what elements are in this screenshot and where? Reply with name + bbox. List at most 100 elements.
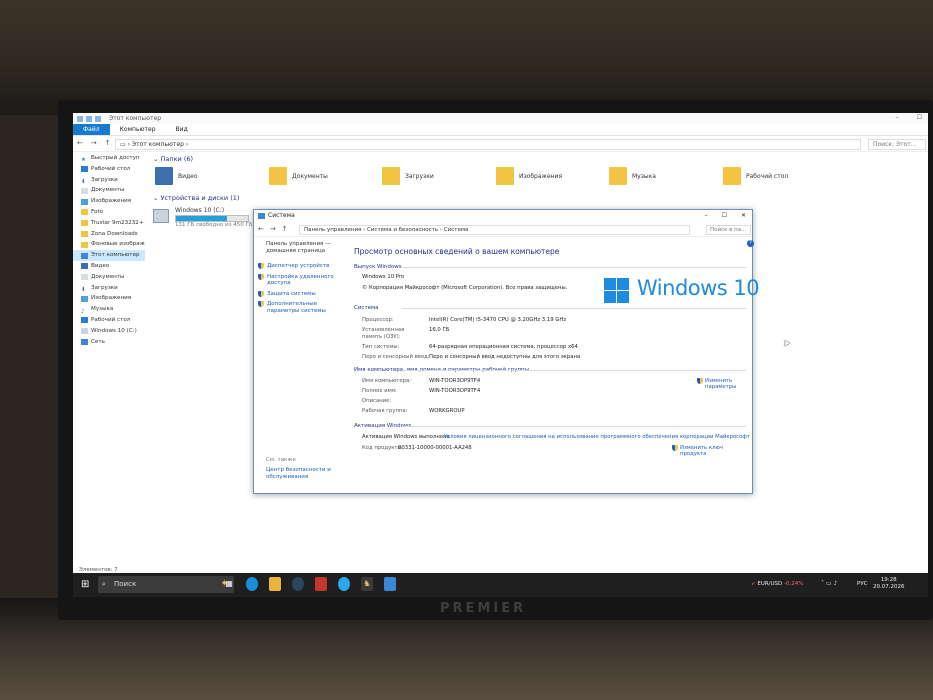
system-section-header: Система [354, 305, 746, 311]
help-icon[interactable]: ? [747, 240, 754, 247]
system-left-pane: Панель управления — домашняя страница Ди… [258, 241, 348, 491]
tray-icons[interactable]: ˄▭♪ [821, 580, 840, 587]
workgroup-value: WORKGROUP [429, 408, 465, 414]
nav-this-pc[interactable]: Этот компьютер [73, 250, 145, 261]
game-app-icon[interactable] [315, 577, 327, 591]
remote-settings-link[interactable]: Настройка удаленного доступа [258, 273, 348, 287]
tab-file[interactable]: Файл [73, 124, 110, 135]
nav-drive-c[interactable]: Windows 10 (C:) [73, 326, 145, 337]
folders-section-header[interactable]: ⌄ Папки (6) [153, 155, 193, 163]
language-indicator[interactable]: РУС [857, 581, 868, 587]
desktop-icon [81, 317, 88, 324]
task-view-icon[interactable]: ▦ [223, 577, 235, 591]
nav-downloads[interactable]: ⬇ Загрузки [73, 175, 145, 186]
nav-pictures-2[interactable]: Изображения [73, 293, 145, 304]
quick-access-toolbar[interactable] [77, 115, 101, 122]
search-icon: ⌕ [102, 580, 106, 588]
up-arrow-icon[interactable]: ↑ [105, 139, 111, 147]
system-window-taskbar-icon[interactable] [384, 577, 396, 591]
room-background [0, 0, 933, 115]
advanced-settings-link[interactable]: Дополнительные параметры системы [258, 301, 348, 314]
game-launcher-icon[interactable]: ♞ [361, 577, 373, 591]
system-icon [258, 213, 265, 219]
nav-trustar[interactable]: Trustar 9m23232+ [73, 218, 145, 229]
nav-documents[interactable]: Документы [73, 185, 145, 196]
nav-zona[interactable]: Zona Downloads [73, 229, 145, 240]
nav-music[interactable]: ♪ Музыка [73, 304, 145, 315]
close-icon[interactable]: ✕ [741, 210, 746, 222]
steam-icon[interactable] [292, 577, 304, 591]
windows-logo-text: Windows 10 [637, 276, 760, 300]
forward-arrow-icon[interactable]: → [91, 139, 97, 147]
documents-folder-icon [269, 167, 287, 185]
nav-documents-2[interactable]: Документы [73, 272, 145, 283]
see-also-label: См. также [266, 457, 296, 463]
minimize-icon[interactable]: – [896, 114, 899, 121]
music-folder-icon [609, 167, 627, 185]
shield-icon [258, 273, 264, 280]
nav-wallpapers[interactable]: Фоновые изображ [73, 239, 145, 250]
folder-item-pictures[interactable]: Изображения [496, 167, 562, 185]
tab-view[interactable]: Вид [166, 124, 198, 135]
folder-item-documents[interactable]: Документы [269, 167, 328, 185]
taskbar-search-input[interactable]: ⌕ Поиск ✦ [98, 576, 234, 593]
up-arrow-icon[interactable]: ↑ [282, 225, 288, 233]
file-explorer-icon[interactable] [269, 577, 281, 591]
nav-desktop[interactable]: Рабочий стол [73, 164, 145, 175]
tab-computer[interactable]: Компьютер [110, 124, 166, 135]
windows-flag-icon [604, 278, 630, 304]
fx-widget[interactable]: ➶ EUR/USD -0,24% [751, 581, 804, 587]
forward-arrow-icon[interactable]: → [270, 225, 276, 233]
ram-label: Установленная память (ОЗУ): [362, 327, 405, 340]
system-protection-link[interactable]: Защита системы [258, 290, 348, 298]
clock[interactable]: 19:28 20.07.2026 [873, 577, 905, 591]
nav-buttons: ← → ↑ [77, 139, 111, 147]
maximize-icon[interactable]: ☐ [722, 210, 727, 222]
nav-quick-access[interactable]: ★ Быстрый доступ [73, 153, 145, 164]
maximize-icon[interactable]: ☐ [917, 114, 922, 121]
explorer-address-bar: ← → ↑ ▭ › Этот компьютер › Поиск: Этот..… [73, 136, 928, 152]
system-title: Система [268, 212, 295, 219]
taskbar-apps: ▦ ♞ [223, 577, 396, 591]
devices-section-header[interactable]: ⌄ Устройства и диски (1) [153, 194, 239, 202]
pen-touch-label: Перо и сенсорный ввод: [362, 354, 430, 360]
system-window-controls: – ☐ ✕ [705, 210, 746, 222]
drive-usage-bar [175, 215, 249, 222]
license-terms-link[interactable]: Условия лицензионного соглашения на испо… [444, 434, 750, 440]
folder-item-music[interactable]: Музыка [609, 167, 656, 185]
mouse-cursor-icon: ➤ [783, 339, 791, 349]
change-product-key-link[interactable]: Изменить ключ продукта [672, 445, 746, 457]
nav-desktop-2[interactable]: Рабочий стол [73, 315, 145, 326]
nav-downloads-2[interactable]: ⬇ Загрузки [73, 283, 145, 294]
folder-item-video[interactable]: Видео [155, 167, 198, 185]
system-window: Система – ☐ ✕ ← → ↑ Панель управления › … [253, 209, 760, 494]
nav-pictures[interactable]: Изображения [73, 196, 145, 207]
device-manager-link[interactable]: Диспетчер устройств [258, 263, 348, 270]
desktop-folder-icon [723, 167, 741, 185]
document-icon [81, 187, 88, 194]
star-icon: ★ [81, 157, 87, 164]
back-arrow-icon[interactable]: ← [258, 225, 264, 233]
pictures-folder-icon [496, 167, 514, 185]
search-input[interactable]: Поиск: Этот... [868, 139, 926, 150]
minimize-icon[interactable]: – [705, 210, 708, 222]
shield-icon [258, 263, 264, 269]
telegram-icon[interactable] [338, 577, 350, 591]
workgroup-label: Рабочая группа: [362, 408, 408, 414]
system-breadcrumb[interactable]: Панель управления › Система и безопаснос… [299, 225, 690, 235]
nav-video[interactable]: Видео [73, 261, 145, 272]
control-panel-search-input[interactable]: Поиск в па... [706, 225, 751, 235]
drive-icon [81, 328, 88, 335]
network-icon: ▭ [826, 580, 834, 587]
back-arrow-icon[interactable]: ← [77, 139, 83, 147]
security-maintenance-link[interactable]: Центр безопасности и обслуживания [266, 467, 348, 481]
nav-foto[interactable]: Foto [73, 207, 145, 218]
control-panel-home-link[interactable]: Панель управления — домашняя страница [266, 241, 348, 255]
nav-network[interactable]: Сеть [73, 337, 145, 348]
edge-browser-icon[interactable] [246, 577, 258, 591]
folder-item-downloads[interactable]: Загрузки [382, 167, 434, 185]
change-settings-link[interactable]: Изменить параметры [697, 378, 743, 390]
start-windows-icon[interactable]: ⊞ [81, 579, 89, 590]
folder-item-desktop[interactable]: Рабочий стол [723, 167, 788, 185]
address-input[interactable]: ▭ › Этот компьютер › [115, 139, 861, 150]
